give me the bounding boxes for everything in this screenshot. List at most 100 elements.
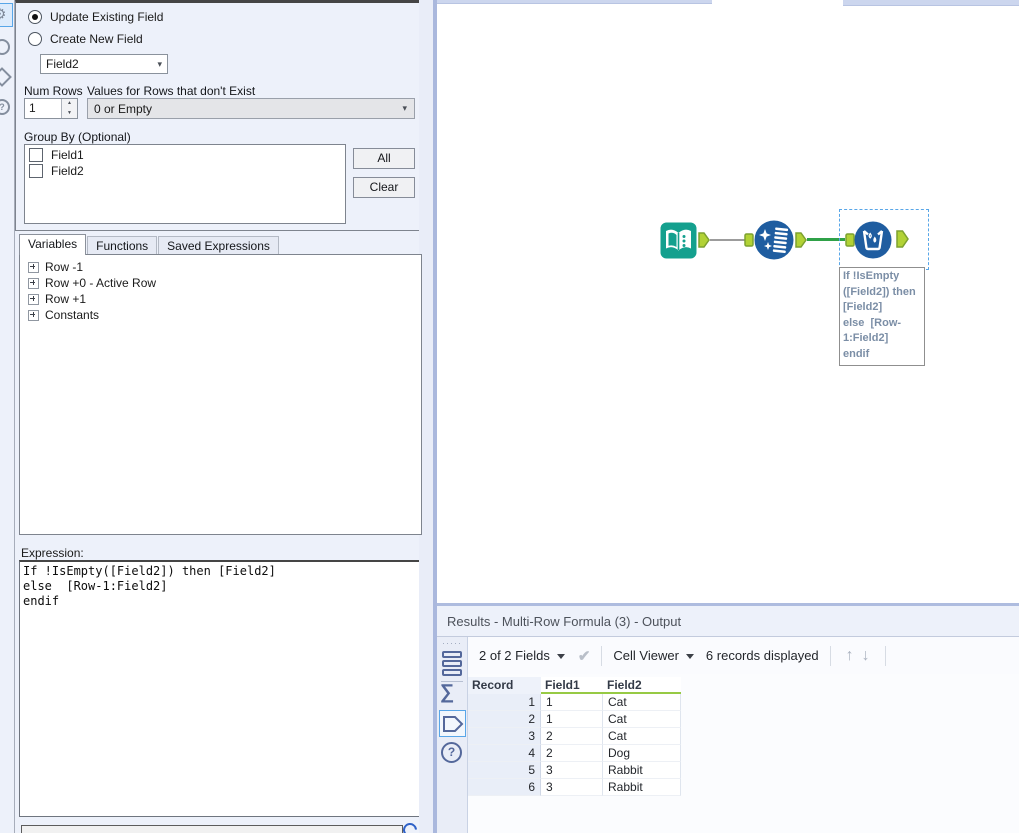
tool-annotation[interactable]: If !IsEmpty ([Field2]) then [Field2] els… <box>839 267 925 366</box>
field-select[interactable]: Field2 ▾ <box>40 54 168 74</box>
refresh-icon[interactable] <box>400 820 420 833</box>
table-row[interactable]: 1 1 Cat <box>468 694 681 711</box>
radio-selected-icon[interactable] <box>28 10 42 24</box>
radio-unselected-icon[interactable] <box>28 32 42 46</box>
field1-cell[interactable]: 3 <box>541 762 603 779</box>
text-input-tool-icon[interactable] <box>660 222 697 262</box>
num-rows-stepper[interactable]: 1 ▲ ▼ <box>24 98 78 119</box>
group-by-label: Group By (Optional) <box>24 130 131 144</box>
output-message-box <box>21 825 403 833</box>
check-icon[interactable]: ✔ <box>578 647 591 665</box>
chevron-down-icon: ▾ <box>402 103 407 113</box>
metadata-view-icon[interactable]: ∑ <box>440 681 454 704</box>
down-arrow-icon[interactable]: ↓ <box>862 647 870 665</box>
values-for-rows-label: Values for Rows that don't Exist <box>87 84 256 98</box>
field2-cell[interactable]: Dog <box>603 745 681 762</box>
stepper-up-icon[interactable]: ▲ <box>62 99 77 109</box>
checkbox-icon[interactable] <box>29 164 43 178</box>
results-body: ····· ∑ ? 2 of 2 Fields ✔ Cell Viewer 6 … <box>437 637 1019 833</box>
gear-icon[interactable]: ⚙ <box>0 5 6 23</box>
create-new-field-radio[interactable]: Create New Field <box>28 32 143 46</box>
chevron-down-icon[interactable] <box>685 654 694 659</box>
clock-icon[interactable] <box>0 39 10 55</box>
tree-item-row-plus-1[interactable]: Row +1 <box>20 291 421 307</box>
chevron-down-icon[interactable] <box>556 654 565 659</box>
table-view-icon[interactable] <box>442 651 462 678</box>
record-cell[interactable]: 6 <box>468 779 541 796</box>
table-row[interactable]: 3 2 Cat <box>468 728 681 745</box>
divider <box>601 645 603 666</box>
group-by-listbox[interactable]: Field1 Field2 <box>24 144 346 224</box>
results-toolbar: 2 of 2 Fields ✔ Cell Viewer 6 records di… <box>468 637 1019 674</box>
tree-item-row-0-active[interactable]: Row +0 - Active Row <box>20 275 421 291</box>
output-anchor[interactable] <box>896 230 909 248</box>
tree-item-constants[interactable]: Constants <box>20 307 421 323</box>
annotation-tab-icon[interactable] <box>0 67 12 87</box>
data-cleansing-tool-icon[interactable] <box>754 220 794 263</box>
values-for-rows-select[interactable]: 0 or Empty ▾ <box>87 98 415 119</box>
field2-cell[interactable]: Cat <box>603 711 681 728</box>
field2-cell[interactable]: Cat <box>603 694 681 711</box>
workflow-canvas[interactable]: If !IsEmpty ([Field2]) then [Field2] els… <box>437 0 1019 603</box>
table-row[interactable]: 2 1 Cat <box>468 711 681 728</box>
stepper-down-icon[interactable]: ▼ <box>62 108 77 118</box>
input-anchor[interactable] <box>744 233 754 247</box>
stepper-buttons[interactable]: ▲ ▼ <box>61 99 77 118</box>
table-row[interactable]: 5 3 Rabbit <box>468 762 681 779</box>
tab-functions[interactable]: Functions <box>87 236 158 255</box>
column-header-field2[interactable]: Field2 <box>603 677 681 694</box>
annotation-view-selected[interactable] <box>439 710 466 737</box>
alteryx-designer-window: ⚙ ? Update Existing Field Create New Fie… <box>0 0 1019 833</box>
expand-plus-icon[interactable] <box>28 277 39 289</box>
record-cell[interactable]: 1 <box>468 694 541 711</box>
field2-cell[interactable]: Rabbit <box>603 779 681 796</box>
record-cell[interactable]: 4 <box>468 745 541 762</box>
variables-tree[interactable]: Row -1 Row +0 - Active Row Row +1 Consta… <box>19 254 422 535</box>
tab-saved-expressions[interactable]: Saved Expressions <box>158 236 279 255</box>
expression-editor[interactable]: If !IsEmpty([Field2]) then [Field2] else… <box>19 560 422 817</box>
field1-cell[interactable]: 2 <box>541 745 603 762</box>
output-anchor[interactable] <box>698 232 710 248</box>
up-arrow-icon[interactable]: ↑ <box>846 647 854 665</box>
all-button[interactable]: All <box>353 148 415 169</box>
record-cell[interactable]: 3 <box>468 728 541 745</box>
record-cell[interactable]: 2 <box>468 711 541 728</box>
field1-cell[interactable]: 2 <box>541 728 603 745</box>
expand-plus-icon[interactable] <box>28 293 39 305</box>
expand-plus-icon[interactable] <box>28 309 39 321</box>
tree-item-label: Row +1 <box>45 292 87 306</box>
field1-cell[interactable]: 1 <box>541 694 603 711</box>
checkbox-label: Field2 <box>51 164 84 178</box>
expand-plus-icon[interactable] <box>28 261 39 273</box>
field1-cell[interactable]: 1 <box>541 711 603 728</box>
num-rows-label: Num Rows <box>24 84 83 98</box>
fields-summary-dropdown[interactable]: 2 of 2 Fields <box>479 648 550 663</box>
column-header-field1[interactable]: Field1 <box>541 677 603 694</box>
tab-variables[interactable]: Variables <box>19 234 87 255</box>
help-icon[interactable]: ? <box>0 99 10 115</box>
multi-row-formula-tool-icon[interactable] <box>854 221 892 262</box>
record-cell[interactable]: 5 <box>468 762 541 779</box>
table-row[interactable]: 4 2 Dog <box>468 745 681 762</box>
field2-cell[interactable]: Rabbit <box>603 762 681 779</box>
results-table[interactable]: Record Field1 Field2 1 1 Cat 2 1 Cat 3 2… <box>468 677 681 796</box>
results-title: Results - Multi-Row Formula (3) - Output <box>447 613 682 629</box>
drag-grip-icon[interactable]: ····· <box>437 638 467 648</box>
column-header-record[interactable]: Record <box>468 677 541 694</box>
update-existing-field-radio[interactable]: Update Existing Field <box>28 10 163 24</box>
tag-icon <box>442 715 463 732</box>
field1-cell[interactable]: 3 <box>541 779 603 796</box>
tree-item-row-minus-1[interactable]: Row -1 <box>20 259 421 275</box>
help-view-icon[interactable]: ? <box>441 742 462 763</box>
group-by-item-field2[interactable]: Field2 <box>25 163 345 179</box>
connection-wire[interactable] <box>710 239 746 241</box>
table-row[interactable]: 6 3 Rabbit <box>468 779 681 796</box>
cell-viewer-dropdown[interactable]: Cell Viewer <box>613 648 679 663</box>
output-anchor[interactable] <box>795 232 807 248</box>
group-by-item-field1[interactable]: Field1 <box>25 147 345 163</box>
results-title-bar[interactable]: Results - Multi-Row Formula (3) - Output <box>437 606 1019 637</box>
clear-button[interactable]: Clear <box>353 177 415 198</box>
checkbox-icon[interactable] <box>29 148 43 162</box>
field2-cell[interactable]: Cat <box>603 728 681 745</box>
field-select-value: Field2 <box>46 57 79 71</box>
